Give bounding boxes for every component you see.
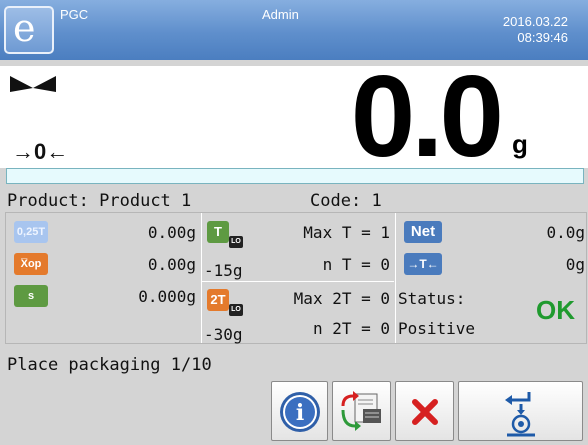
product-swap-icon	[341, 391, 381, 431]
tare-count: n T = 0	[322, 255, 390, 274]
app-name: PGC	[60, 7, 89, 22]
quarter-tolerance-value: 0.00g	[147, 223, 196, 242]
mean-value: 0.00g	[147, 255, 196, 274]
info-icon: i	[280, 392, 320, 432]
close-x-icon	[412, 399, 438, 425]
product-label: Product:	[7, 191, 89, 211]
status-label: Status:	[398, 289, 466, 308]
std-dev-badge: s	[14, 285, 48, 307]
bowtie-icon	[10, 76, 56, 92]
logo: e	[4, 6, 54, 54]
tare-panel: T LO -15g Max T = 1 n T = 0 2T LO -30g M…	[201, 213, 394, 344]
result-panel: Net 0.0g →T← 0g Status: Positive OK	[395, 213, 587, 343]
user-name: Admin	[262, 7, 299, 22]
logo-letter: e	[13, 6, 36, 50]
double-tare-lo-label: LO	[229, 304, 243, 316]
double-tare-count: n 2T = 0	[312, 319, 390, 338]
net-value: 0.0g	[546, 223, 585, 242]
status-value: Positive	[398, 319, 476, 338]
zero-indicator: →0←	[12, 139, 69, 164]
enter-tare-button[interactable]	[458, 381, 583, 441]
svg-text:i: i	[296, 400, 304, 426]
date: 2016.03.22	[502, 14, 568, 29]
tare-badge: T	[207, 221, 229, 243]
prompt-message: Place packaging 1/10	[7, 355, 212, 375]
quarter-tolerance-badge: 0,25T	[14, 221, 48, 243]
cancel-button[interactable]	[395, 381, 454, 441]
weight-value: 0.0	[350, 51, 504, 181]
weight-display: →0← 0.0 g	[0, 56, 588, 176]
product-line: Product: Product 1	[7, 191, 191, 211]
enter-packaging-icon	[505, 392, 535, 437]
tare-separator	[201, 281, 394, 282]
ok-indicator: OK	[536, 295, 575, 325]
tare-weight-value: 0g	[565, 255, 585, 274]
load-bargraph	[6, 168, 584, 184]
info-button[interactable]: i	[271, 381, 328, 441]
double-tare-lo-icon: 2T LO	[207, 289, 245, 319]
std-dev-value: 0.000g	[138, 287, 196, 306]
max-tare: Max T = 1	[303, 223, 390, 242]
change-product-button[interactable]	[332, 381, 391, 441]
product-value: Product 1	[99, 191, 192, 211]
double-tare-badge: 2T	[207, 289, 229, 311]
max-double-tare: Max 2T = 0	[293, 289, 390, 308]
double-tare-value: -30g	[204, 325, 243, 344]
code-label: Code:	[310, 191, 362, 211]
mean-badge: X̅op	[14, 253, 48, 275]
tare-value: -15g	[204, 261, 243, 280]
time: 08:39:46	[517, 30, 568, 45]
tare-lo-label: LO	[229, 236, 243, 248]
tare-mark-badge: →T←	[404, 253, 442, 275]
weight-unit: g	[512, 129, 528, 159]
code-line: Code: 1	[310, 191, 382, 211]
tare-lo-icon: T LO	[207, 221, 245, 251]
statistics-panel: 0,25T 0.00g X̅op 0.00g s 0.000g	[6, 213, 200, 343]
date-time: 2016.03.22 08:39:46	[503, 14, 568, 46]
info-grid: 0,25T 0.00g X̅op 0.00g s 0.000g T LO -15…	[5, 212, 587, 344]
code-value: 1	[371, 191, 382, 211]
net-badge: Net	[404, 221, 442, 243]
